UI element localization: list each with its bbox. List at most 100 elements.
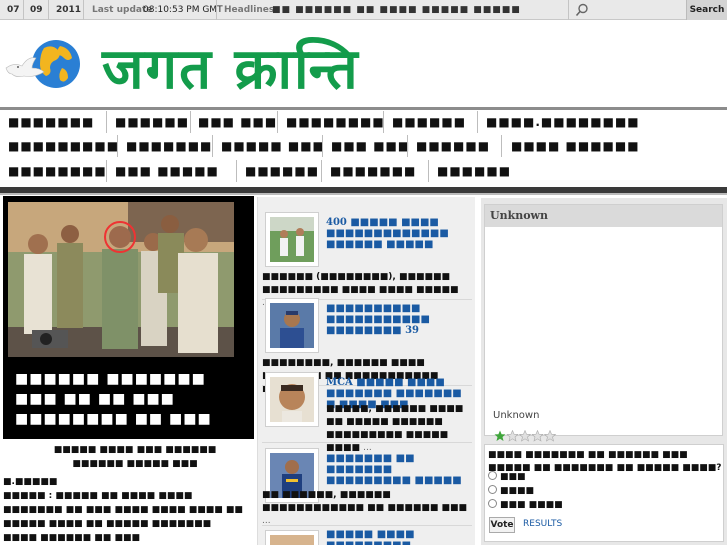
poll-option[interactable]: ■■■ <box>488 470 526 484</box>
read-more-link[interactable]: ... <box>363 443 372 453</box>
divider <box>48 0 49 20</box>
date-day: 07 <box>7 5 20 15</box>
divider <box>262 525 472 526</box>
nav-item[interactable]: ■■■■■ ■■■ <box>221 134 325 158</box>
divider <box>106 111 107 133</box>
poll-option[interactable]: ■■■ ■■■■ <box>488 498 563 512</box>
divider <box>277 111 278 133</box>
story-title[interactable]: ■■■■■■■ ■■ ■■■■■■■ ■■■■■■■■■ ■■■■■ <box>326 453 466 486</box>
divider <box>0 193 727 195</box>
divider <box>383 111 384 133</box>
nav-item[interactable]: ■■■■ ■■■■■■ <box>511 134 640 158</box>
story-summary: ■■ ■■■■■■, ■■■■■■ ■■■■■■■■■■■■ ■■ ■■■■■■… <box>262 489 468 528</box>
nav-item[interactable]: ■■■■■■■ <box>8 110 94 134</box>
star-icon <box>494 430 506 441</box>
story-title[interactable]: 400 ■■■■■ ■■■■ ■■■■■■■■■■■■■ ■■■■■■ ■■■■… <box>326 217 466 250</box>
top-bar: 07 09 2011 Last update 08:10:53 PM GMT H… <box>0 0 727 20</box>
story-thumbnail[interactable] <box>265 212 319 267</box>
main-navigation: ■■■■■■■ ■■■■■■ ■■■ ■■■ ■■■■■■■■ ■■■■■■ ■… <box>0 110 727 188</box>
story-number: 39 <box>405 325 419 336</box>
poll-option-label: ■■■ ■■■■ <box>500 500 563 510</box>
portrait-photo-icon <box>270 377 314 422</box>
search-button[interactable]: Search <box>686 0 727 20</box>
lead-caption: ■■■■■ ■■■■ ■■■ ■■■■■■ ■■■■■■ ■■■■■ ■■■ <box>53 445 217 469</box>
divider <box>407 135 408 157</box>
story-thumbnail[interactable] <box>265 298 319 353</box>
story-title[interactable]: ■■■■■ ■■■■ ■■■■■■■■■ <box>326 529 466 545</box>
poll-option-label: ■■■ <box>500 472 526 482</box>
last-update-time: 08:10:53 PM GMT <box>143 5 223 15</box>
nav-item[interactable]: ■■■■■■■■ <box>8 159 107 183</box>
nav-item[interactable]: ■■■■■■ <box>245 159 319 183</box>
media-caption: Unknown <box>493 410 540 421</box>
vote-button[interactable]: Vote <box>489 517 515 533</box>
divider <box>216 0 217 20</box>
nav-item[interactable]: ■■■■■■ <box>392 110 466 134</box>
radio-button[interactable] <box>488 471 497 480</box>
nav-item[interactable]: ■■■■■■■■■ <box>8 134 119 158</box>
poll-widget: ■■■■ ■■■■■■■ ■■ ■■■■■■ ■■■ ■■■■■ ■■ ■■■■… <box>484 444 724 542</box>
divider <box>236 160 237 182</box>
divider <box>23 0 24 20</box>
nav-item[interactable]: ■■■■■■ <box>437 159 511 183</box>
cricket-photo-icon <box>270 217 314 262</box>
lead-body: ■.■■■■■ ■■■■■ : ■■■■■ ■■ ■■■■ ■■■■ ■■■■■… <box>3 475 243 545</box>
nav-item[interactable]: ■■■ ■■■ <box>198 110 277 134</box>
radio-button[interactable] <box>488 499 497 508</box>
search-icon[interactable] <box>575 3 589 17</box>
nav-item[interactable]: ■■■■■■■ <box>330 159 416 183</box>
site-title[interactable]: जगत क्रान्ति <box>102 35 360 105</box>
media-widget[interactable]: Unknown Unknown <box>484 204 723 442</box>
story-thumbnail[interactable] <box>265 530 319 545</box>
story-summary: ■■■■■, ■■■■■■ ■■■■ ■■ ■■■■■ ■■■■■■ ■■■■■… <box>326 403 468 455</box>
nav-item[interactable]: ■■■■.■■■■■■■■ <box>486 110 640 134</box>
divider <box>477 111 478 133</box>
headline-ticker[interactable]: ■■ ■■■■■■ ■■ ■■■■ ■■■■■ ■■■■■ <box>272 0 521 20</box>
divider <box>568 0 569 20</box>
star-icon <box>506 430 519 442</box>
globe-dove-logo-icon[interactable] <box>4 38 84 92</box>
search-input[interactable] <box>597 2 685 18</box>
nav-item[interactable]: ■■■■■■■ <box>126 134 212 158</box>
story-title-text: ■■■■■■■ ■■ ■■■■■■■ ■■■■■■■■■ ■■■■■ <box>326 453 462 486</box>
divider <box>212 135 213 157</box>
masthead: जगत क्रान्ति <box>0 21 727 107</box>
nav-item[interactable]: ■■■ ■■■ <box>331 134 410 158</box>
divider <box>501 135 502 157</box>
lead-dateline: ■.■■■■■ <box>3 477 58 487</box>
radio-button[interactable] <box>488 485 497 494</box>
divider <box>190 111 191 133</box>
divider <box>262 442 472 443</box>
lead-story[interactable]: ■■■■■■ ■■■■■■■ ■■■ ■■ ■■ ■■■ ■■■■■■■■ ■■… <box>3 196 254 439</box>
nav-item[interactable]: ■■■■■■■■ <box>286 110 385 134</box>
lead-text: ■■■■■ : ■■■■■ ■■ ■■■■ ■■■■ ■■■■■■■ ■■ ■■… <box>3 491 243 543</box>
lead-story-photo[interactable] <box>8 202 234 357</box>
nav-item[interactable]: ■■■■■■ <box>416 134 490 158</box>
divider <box>83 0 84 20</box>
story-number: MCA <box>326 377 353 388</box>
date-year: 2011 <box>56 5 82 15</box>
star-icon <box>531 430 544 442</box>
star-rating[interactable] <box>494 430 558 442</box>
portrait-photo-icon <box>270 535 314 545</box>
right-sidebar: Unknown Unknown ■■■■ ■■■■■■■ ■■ ■■■■■■ ■… <box>481 198 727 545</box>
divider <box>106 160 107 182</box>
story-thumbnail[interactable] <box>265 372 319 427</box>
date-month: 09 <box>30 5 43 15</box>
results-link[interactable]: RESULTS <box>523 519 562 529</box>
divider <box>428 160 429 182</box>
nav-item[interactable]: ■■■■■■ <box>115 110 189 134</box>
poll-option-label: ■■■■ <box>500 486 535 496</box>
lead-headline[interactable]: ■■■■■■ ■■■■■■■ ■■■ ■■ ■■ ■■■ ■■■■■■■■ ■■… <box>15 369 235 429</box>
story-title-text: ■■■■■ ■■■■ ■■■■■■■■■ <box>326 529 415 545</box>
poll-option[interactable]: ■■■■ <box>488 484 534 498</box>
story-title[interactable]: ■■■■■■■■■■ ■■■■■■■■■■■ ■■■■■■■■ 39 <box>326 303 466 336</box>
story-summary-text: ■■■■■■ (■■■■■■■■), ■■■■■■ ■■■■■■■■■ ■■■■… <box>262 272 459 295</box>
media-title: Unknown <box>485 205 722 227</box>
story-number: 400 <box>326 217 347 228</box>
divider <box>321 160 322 182</box>
nav-item[interactable]: ■■■ ■■■■■ <box>115 159 219 183</box>
headlines-label: Headlines: <box>224 5 278 15</box>
divider <box>322 135 323 157</box>
player-photo-icon <box>270 303 314 348</box>
